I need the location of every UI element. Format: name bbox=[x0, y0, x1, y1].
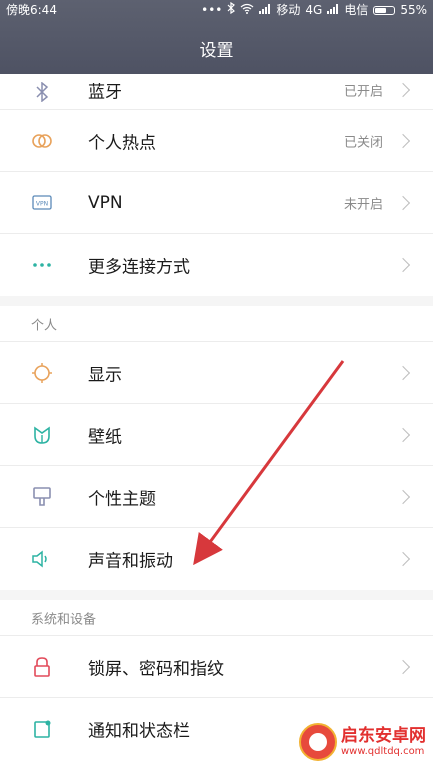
chevron-right-icon bbox=[395, 133, 411, 148]
settings-item-bluetooth[interactable]: 蓝牙 已开启 bbox=[0, 74, 433, 110]
section-divider bbox=[0, 590, 433, 600]
carrier-1: 移动 bbox=[276, 3, 301, 17]
settings-item-label: 通知和状态栏 bbox=[88, 721, 190, 742]
settings-item-label: 壁纸 bbox=[88, 427, 122, 447]
status-icons: ••• 移动 4G 电信 55% bbox=[201, 0, 427, 20]
battery-percent: 55% bbox=[400, 3, 427, 17]
hotspot-icon bbox=[31, 130, 53, 152]
battery-icon bbox=[373, 5, 396, 15]
settings-item-value: 已关闭 bbox=[343, 135, 383, 150]
signal-icon bbox=[327, 0, 339, 20]
settings-item-label: 蓝牙 bbox=[88, 82, 122, 103]
sound-icon bbox=[31, 548, 53, 570]
settings-item-display[interactable]: 显示 bbox=[0, 342, 433, 404]
settings-item-hotspot[interactable]: 个人热点 已关闭 bbox=[0, 110, 433, 172]
watermark-logo-icon bbox=[299, 723, 337, 761]
section-title: 个人 bbox=[31, 318, 58, 333]
chevron-right-icon bbox=[395, 659, 411, 674]
more-dots-icon: ••• bbox=[201, 3, 223, 17]
watermark: 启东安卓网 www.qdltdq.com bbox=[299, 720, 427, 764]
chevron-right-icon bbox=[395, 489, 411, 504]
watermark-url: www.qdltdq.com bbox=[341, 745, 425, 757]
network-type: 4G bbox=[305, 3, 323, 17]
notification-icon bbox=[31, 718, 53, 740]
settings-item-label: 锁屏、密码和指纹 bbox=[88, 659, 224, 679]
status-bar: 傍晚6:44 ••• 移动 4G 电信 55% bbox=[0, 0, 433, 20]
lock-icon bbox=[31, 656, 53, 678]
settings-item-label: VPN bbox=[88, 192, 123, 213]
settings-item-label: 个性主题 bbox=[88, 489, 156, 509]
settings-item-label: 声音和振动 bbox=[88, 551, 173, 572]
page-title: 设置 bbox=[199, 41, 234, 61]
settings-item-sound[interactable]: 声音和振动 bbox=[0, 528, 433, 590]
settings-item-label: 更多连接方式 bbox=[88, 257, 190, 278]
settings-item-more-connections[interactable]: 更多连接方式 bbox=[0, 234, 433, 296]
display-icon bbox=[31, 362, 53, 384]
theme-icon bbox=[31, 486, 53, 508]
bluetooth-icon bbox=[227, 0, 236, 20]
chevron-right-icon bbox=[395, 551, 411, 567]
watermark-name: 启东安卓网 bbox=[341, 725, 426, 746]
section-title: 系统和设备 bbox=[31, 612, 97, 627]
settings-list: 蓝牙 已开启 个人热点 已关闭 VPN VPN 未开启 更多连接方式 个人 显示 bbox=[0, 74, 433, 760]
section-header-system: 系统和设备 bbox=[0, 600, 433, 636]
wifi-icon bbox=[240, 0, 254, 20]
chevron-right-icon bbox=[395, 195, 411, 210]
bluetooth-icon bbox=[31, 81, 53, 103]
settings-item-lockscreen[interactable]: 锁屏、密码和指纹 bbox=[0, 636, 433, 698]
settings-item-value: 未开启 bbox=[343, 197, 383, 212]
carrier-2: 电信 bbox=[344, 3, 369, 17]
more-connection-icon bbox=[31, 254, 53, 276]
chevron-right-icon bbox=[395, 257, 411, 273]
status-time: 傍晚6:44 bbox=[6, 3, 57, 17]
settings-item-wallpaper[interactable]: 壁纸 bbox=[0, 404, 433, 466]
chevron-right-icon bbox=[395, 82, 411, 98]
settings-item-vpn[interactable]: VPN VPN 未开启 bbox=[0, 172, 433, 234]
settings-item-label: 显示 bbox=[88, 365, 122, 385]
title-bar: 傍晚6:44 ••• 移动 4G 电信 55% 设置 bbox=[0, 0, 433, 74]
watermark-text: 启东安卓网 www.qdltdq.com bbox=[341, 725, 426, 758]
vpn-icon: VPN bbox=[31, 192, 53, 214]
settings-item-value: 已开启 bbox=[343, 84, 383, 100]
section-header-personal: 个人 bbox=[0, 306, 433, 342]
chevron-right-icon bbox=[395, 427, 411, 442]
settings-item-label: 个人热点 bbox=[88, 133, 156, 153]
svg-text:VPN: VPN bbox=[36, 201, 48, 208]
wallpaper-icon bbox=[31, 424, 53, 446]
chevron-right-icon bbox=[395, 365, 411, 380]
section-divider bbox=[0, 296, 433, 306]
settings-item-theme[interactable]: 个性主题 bbox=[0, 466, 433, 528]
signal-icon bbox=[259, 0, 271, 20]
